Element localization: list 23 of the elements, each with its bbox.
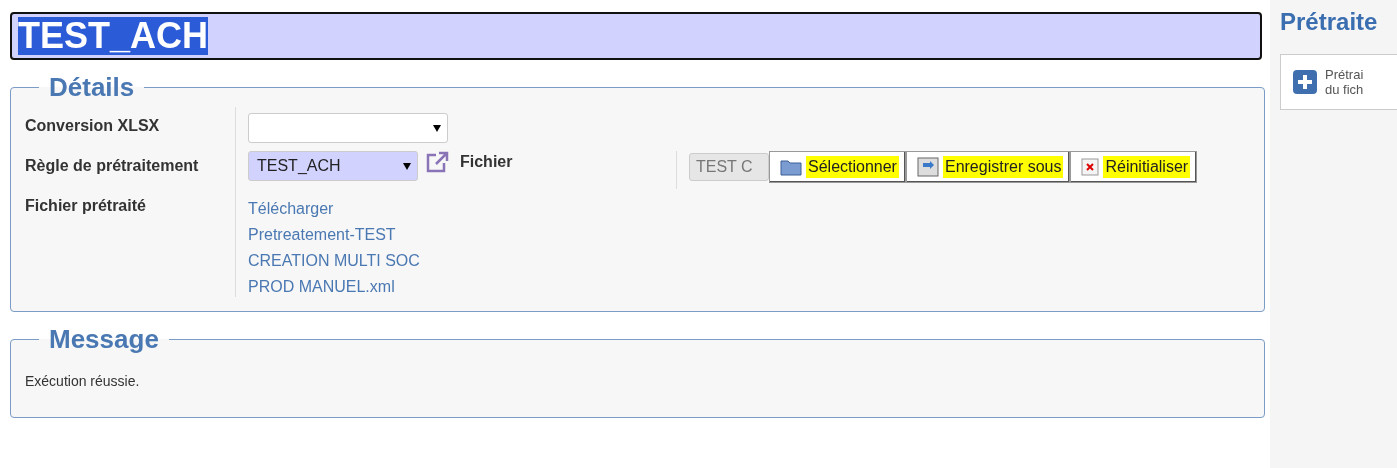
save-icon: [916, 157, 939, 177]
external-link-icon[interactable]: [424, 151, 450, 175]
side-panel-title: Prétraite: [1280, 8, 1379, 36]
message-text: Exécution réussie.: [25, 373, 141, 389]
file-link[interactable]: PROD MANUEL.xml: [248, 277, 1250, 297]
file-link[interactable]: Télécharger: [248, 199, 1250, 219]
panel-title: Détails: [48, 72, 136, 103]
plus-icon: [1293, 70, 1317, 94]
folder-icon: [780, 158, 802, 176]
close-icon: [1081, 158, 1100, 176]
panel-title: Message: [48, 324, 160, 355]
field-label: Règle de prétraitement: [25, 156, 200, 176]
field-label: Conversion XLSX: [25, 116, 161, 136]
field-label: Fichier prétraité: [25, 196, 147, 216]
field-label: Fichier: [460, 153, 514, 171]
card-text: Prétrai du fich: [1325, 67, 1364, 97]
rule-select[interactable]: TEST_ACH: [248, 151, 418, 181]
add-card[interactable]: Prétrai du fich: [1280, 54, 1397, 110]
caret-icon: [433, 124, 441, 132]
file-link[interactable]: CREATION MULTI SOC: [248, 251, 1250, 271]
caret-icon: [403, 162, 411, 170]
title-field[interactable]: TEST_ACH: [10, 12, 1262, 60]
file-link[interactable]: Pretreatement-TEST: [248, 225, 1250, 245]
